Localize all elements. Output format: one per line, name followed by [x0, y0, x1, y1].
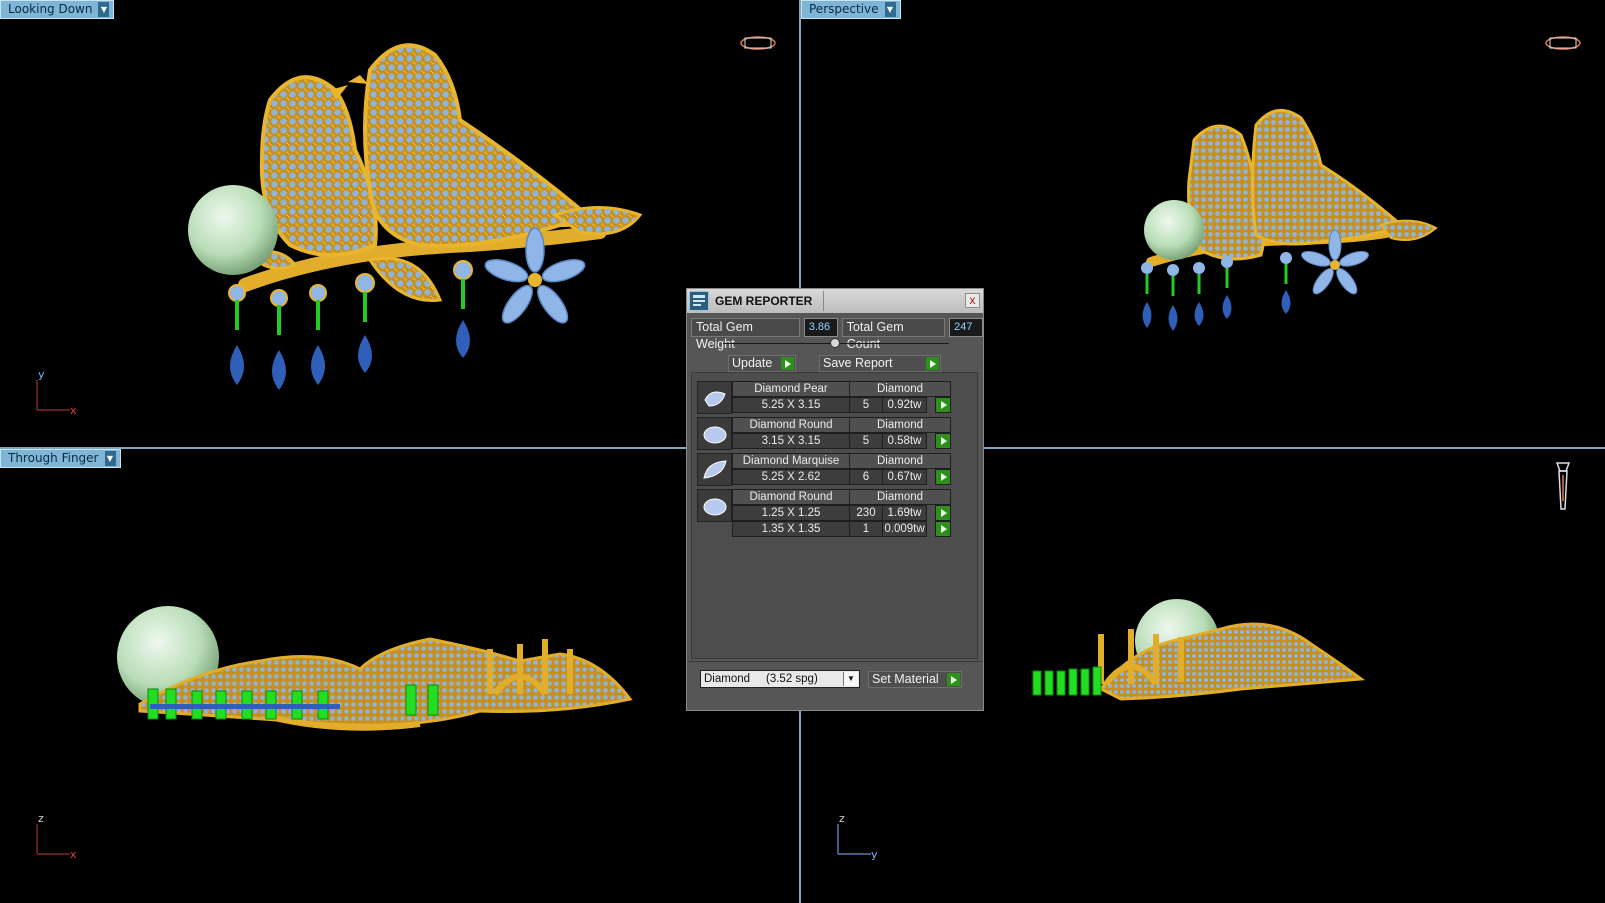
material-select-value: Diamond (3.52 spg) — [704, 673, 818, 685]
gem-count: 1 — [849, 521, 883, 537]
axis-label-z: z — [38, 812, 44, 825]
gem-reporter-titlebar[interactable]: GEM REPORTER x — [687, 289, 983, 313]
gem-list: Diamond Pear Diamond 5.25 X 3.15 5 0.92t… — [691, 372, 978, 659]
select-gem-button[interactable] — [935, 505, 951, 521]
axis-label-z: z — [839, 812, 845, 825]
set-material-button-label: Set Material — [872, 672, 939, 686]
play-arrow-icon — [781, 357, 794, 370]
material-select[interactable]: Diamond (3.52 spg) ▼ — [700, 670, 860, 688]
update-button[interactable]: Update — [728, 355, 796, 372]
gem-count: 230 — [849, 505, 883, 521]
axis-indicator-yz: z y — [831, 812, 891, 864]
brooch-model-side — [117, 606, 633, 731]
play-arrow-icon — [926, 357, 939, 370]
axis-indicator-xz: z x — [30, 812, 90, 864]
axis-label-x: x — [70, 404, 77, 417]
gem-weight: 0.58tw — [882, 433, 927, 449]
gem-name: Diamond Marquise — [732, 453, 850, 469]
select-gem-button[interactable] — [935, 521, 951, 537]
total-gem-count-value: 247 — [949, 318, 983, 337]
gem-reporter-panel: GEM REPORTER x Total Gem Weight 3.86 Tot… — [686, 288, 984, 711]
gem-weight: 1.69tw — [882, 505, 927, 521]
marquise-gem-icon — [697, 453, 732, 486]
gem-dimensions: 5.25 X 2.62 — [732, 469, 850, 485]
totals-row: Total Gem Weight 3.86 Total Gem Count 24… — [691, 318, 983, 351]
panel-divider — [687, 661, 983, 662]
axis-indicator-xy: y x — [30, 368, 90, 420]
splitter-knob[interactable] — [830, 338, 840, 348]
gem-dimensions: 5.25 X 3.15 — [732, 397, 850, 413]
total-gem-weight-label: Total Gem Weight — [691, 318, 800, 351]
set-material-button[interactable]: Set Material — [868, 671, 962, 688]
axis-label-x: x — [70, 848, 77, 861]
axis-label-y: y — [38, 368, 45, 381]
gem-material: Diamond — [849, 489, 951, 505]
gem-count: 5 — [849, 433, 883, 449]
gem-count: 6 — [849, 469, 883, 485]
gem-material: Diamond — [849, 381, 951, 397]
gem-material: Diamond — [849, 417, 951, 433]
gem-dimensions: 1.25 X 1.25 — [732, 505, 850, 521]
round-gem-icon — [697, 417, 732, 450]
gem-weight: 0.92tw — [882, 397, 927, 413]
select-gem-button[interactable] — [935, 397, 951, 413]
titlebar-separator — [823, 291, 824, 311]
viewport-looking-down[interactable]: Looking Down ▼ y x — [0, 0, 799, 447]
round-gem-icon — [697, 489, 732, 522]
save-report-button-label: Save Report — [823, 356, 893, 370]
gem-name: Diamond Pear — [732, 381, 850, 397]
total-gem-count-label: Total Gem Count — [841, 318, 946, 351]
close-button[interactable]: x — [965, 293, 980, 308]
gem-dimensions: 3.15 X 3.15 — [732, 433, 850, 449]
gem-weight: 0.67tw — [882, 469, 927, 485]
brooch-model-top — [188, 43, 643, 390]
gem-name: Diamond Round — [732, 489, 850, 505]
select-gem-button[interactable] — [935, 433, 951, 449]
gem-dimensions: 1.35 X 1.35 — [732, 521, 850, 537]
gem-name: Diamond Round — [732, 417, 850, 433]
gem-reporter-icon — [689, 291, 709, 311]
play-arrow-icon — [947, 673, 960, 686]
gem-weight: 0.009tw — [882, 521, 927, 537]
gem-reporter-title: GEM REPORTER — [715, 294, 813, 308]
axis-label-y: y — [871, 848, 878, 861]
panel-splitter[interactable] — [723, 338, 949, 348]
gem-material: Diamond — [849, 453, 951, 469]
chevron-down-icon[interactable]: ▼ — [843, 672, 858, 686]
viewport-through-finger[interactable]: Through Finger ▼ z x — [0, 449, 799, 903]
total-gem-weight-value: 3.86 — [803, 318, 838, 337]
gem-count: 5 — [849, 397, 883, 413]
save-report-button[interactable]: Save Report — [819, 355, 941, 372]
select-gem-button[interactable] — [935, 469, 951, 485]
pear-gem-icon — [697, 381, 732, 414]
update-button-label: Update — [732, 356, 773, 370]
